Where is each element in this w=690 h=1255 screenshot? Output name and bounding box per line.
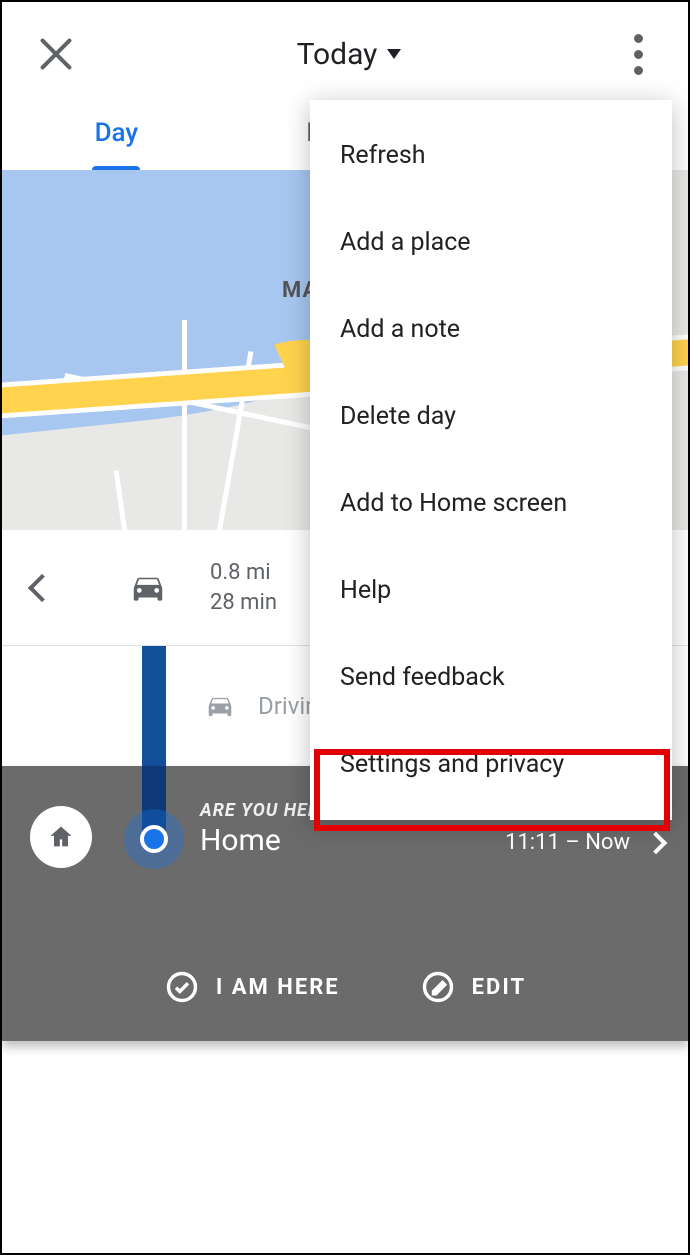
menu-refresh[interactable]: Refresh: [310, 112, 672, 199]
menu-settings-privacy[interactable]: Settings and privacy: [310, 721, 672, 808]
menu-send-feedback[interactable]: Send feedback: [310, 634, 672, 721]
menu-delete-day[interactable]: Delete day: [310, 373, 672, 460]
segment-distance: 0.8 mi: [210, 558, 277, 588]
place-detail-button[interactable]: 11:11 – Now: [505, 830, 664, 855]
timeline-line: [142, 646, 166, 766]
close-icon[interactable]: [32, 30, 80, 78]
segment-duration: 28 min: [210, 588, 277, 618]
car-icon: [202, 691, 238, 721]
menu-add-home-screen[interactable]: Add to Home screen: [310, 460, 672, 547]
time-range: 11:11 – Now: [505, 830, 630, 855]
chevron-left-icon[interactable]: [28, 574, 56, 602]
menu-add-note[interactable]: Add a note: [310, 286, 672, 373]
car-icon: [126, 569, 170, 607]
overflow-menu-button[interactable]: [618, 30, 658, 78]
edit-button[interactable]: EDIT: [420, 969, 526, 1005]
home-icon-badge[interactable]: [30, 806, 92, 868]
date-selector[interactable]: Today: [297, 37, 402, 72]
date-title: Today: [297, 37, 378, 72]
menu-help[interactable]: Help: [310, 547, 672, 634]
place-name: Home: [200, 823, 341, 858]
overflow-menu: Refresh Add a place Add a note Delete da…: [310, 100, 672, 820]
location-dot: [124, 809, 184, 869]
tab-day[interactable]: Day: [2, 118, 231, 170]
chevron-right-icon: [645, 832, 668, 855]
menu-add-place[interactable]: Add a place: [310, 199, 672, 286]
chevron-down-icon: [387, 49, 401, 59]
confirm-here-label: I AM HERE: [216, 975, 340, 1000]
edit-label: EDIT: [472, 975, 526, 1000]
confirm-here-button[interactable]: I AM HERE: [164, 969, 340, 1005]
